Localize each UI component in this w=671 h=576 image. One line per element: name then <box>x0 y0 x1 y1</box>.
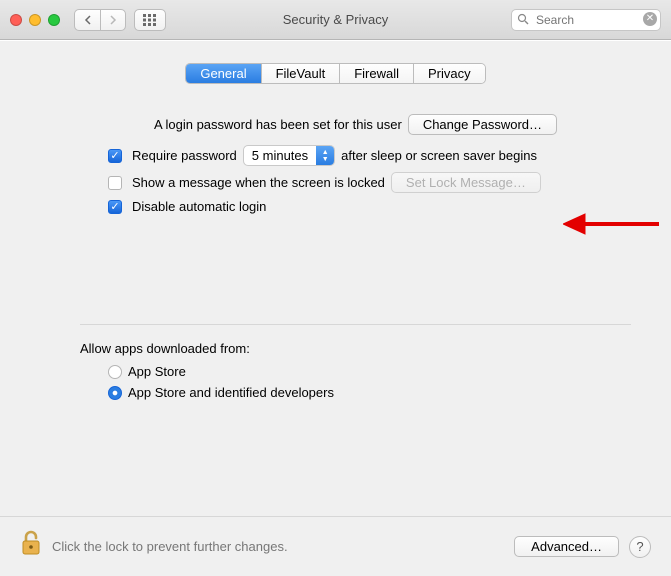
search-input[interactable] <box>511 9 661 31</box>
gatekeeper-identified-radio[interactable] <box>108 386 122 400</box>
login-password-status: A login password has been set for this u… <box>154 117 402 132</box>
section-divider <box>80 324 631 325</box>
delay-value: 5 minutes <box>244 146 316 165</box>
require-password-label: Require password <box>132 148 237 163</box>
window-titlebar: Security & Privacy ✕ <box>0 0 671 40</box>
tab-general[interactable]: General <box>186 64 261 83</box>
footer: Click the lock to prevent further change… <box>0 516 671 576</box>
tab-bar: General FileVault Firewall Privacy <box>185 63 485 84</box>
close-window-button[interactable] <box>10 14 22 26</box>
search-icon <box>517 13 529 28</box>
tab-privacy[interactable]: Privacy <box>414 64 485 83</box>
after-sleep-label: after sleep or screen saver begins <box>341 148 537 163</box>
show-lock-message-checkbox[interactable] <box>108 176 122 190</box>
lock-hint: Click the lock to prevent further change… <box>52 539 288 554</box>
show-lock-message-label: Show a message when the screen is locked <box>132 175 385 190</box>
gatekeeper-heading: Allow apps downloaded from: <box>80 341 631 356</box>
gatekeeper-identified-label: App Store and identified developers <box>128 385 334 400</box>
forward-button[interactable] <box>100 9 126 31</box>
disable-auto-login-label: Disable automatic login <box>132 199 266 214</box>
zoom-window-button[interactable] <box>48 14 60 26</box>
minimize-window-button[interactable] <box>29 14 41 26</box>
require-password-checkbox[interactable]: ✓ <box>108 149 122 163</box>
help-button[interactable]: ? <box>629 536 651 558</box>
require-password-delay-select[interactable]: 5 minutes ▲▼ <box>243 145 335 166</box>
disable-auto-login-checkbox[interactable]: ✓ <box>108 200 122 214</box>
chevron-right-icon <box>109 15 117 25</box>
clear-search-icon[interactable]: ✕ <box>643 12 657 26</box>
lock-icon[interactable] <box>20 530 42 563</box>
gatekeeper-appstore-radio[interactable] <box>108 365 122 379</box>
window-controls <box>10 14 60 26</box>
tab-filevault[interactable]: FileVault <box>262 64 341 83</box>
change-password-button[interactable]: Change Password… <box>408 114 557 135</box>
advanced-button[interactable]: Advanced… <box>514 536 619 557</box>
show-all-button[interactable] <box>134 9 166 31</box>
tab-firewall[interactable]: Firewall <box>340 64 414 83</box>
chevron-left-icon <box>84 15 92 25</box>
back-button[interactable] <box>74 9 100 31</box>
stepper-icon: ▲▼ <box>316 146 334 165</box>
grid-icon <box>143 14 157 26</box>
gatekeeper-appstore-label: App Store <box>128 364 186 379</box>
prefpane-content: General FileVault Firewall Privacy A log… <box>0 40 671 576</box>
set-lock-message-button[interactable]: Set Lock Message… <box>391 172 541 193</box>
